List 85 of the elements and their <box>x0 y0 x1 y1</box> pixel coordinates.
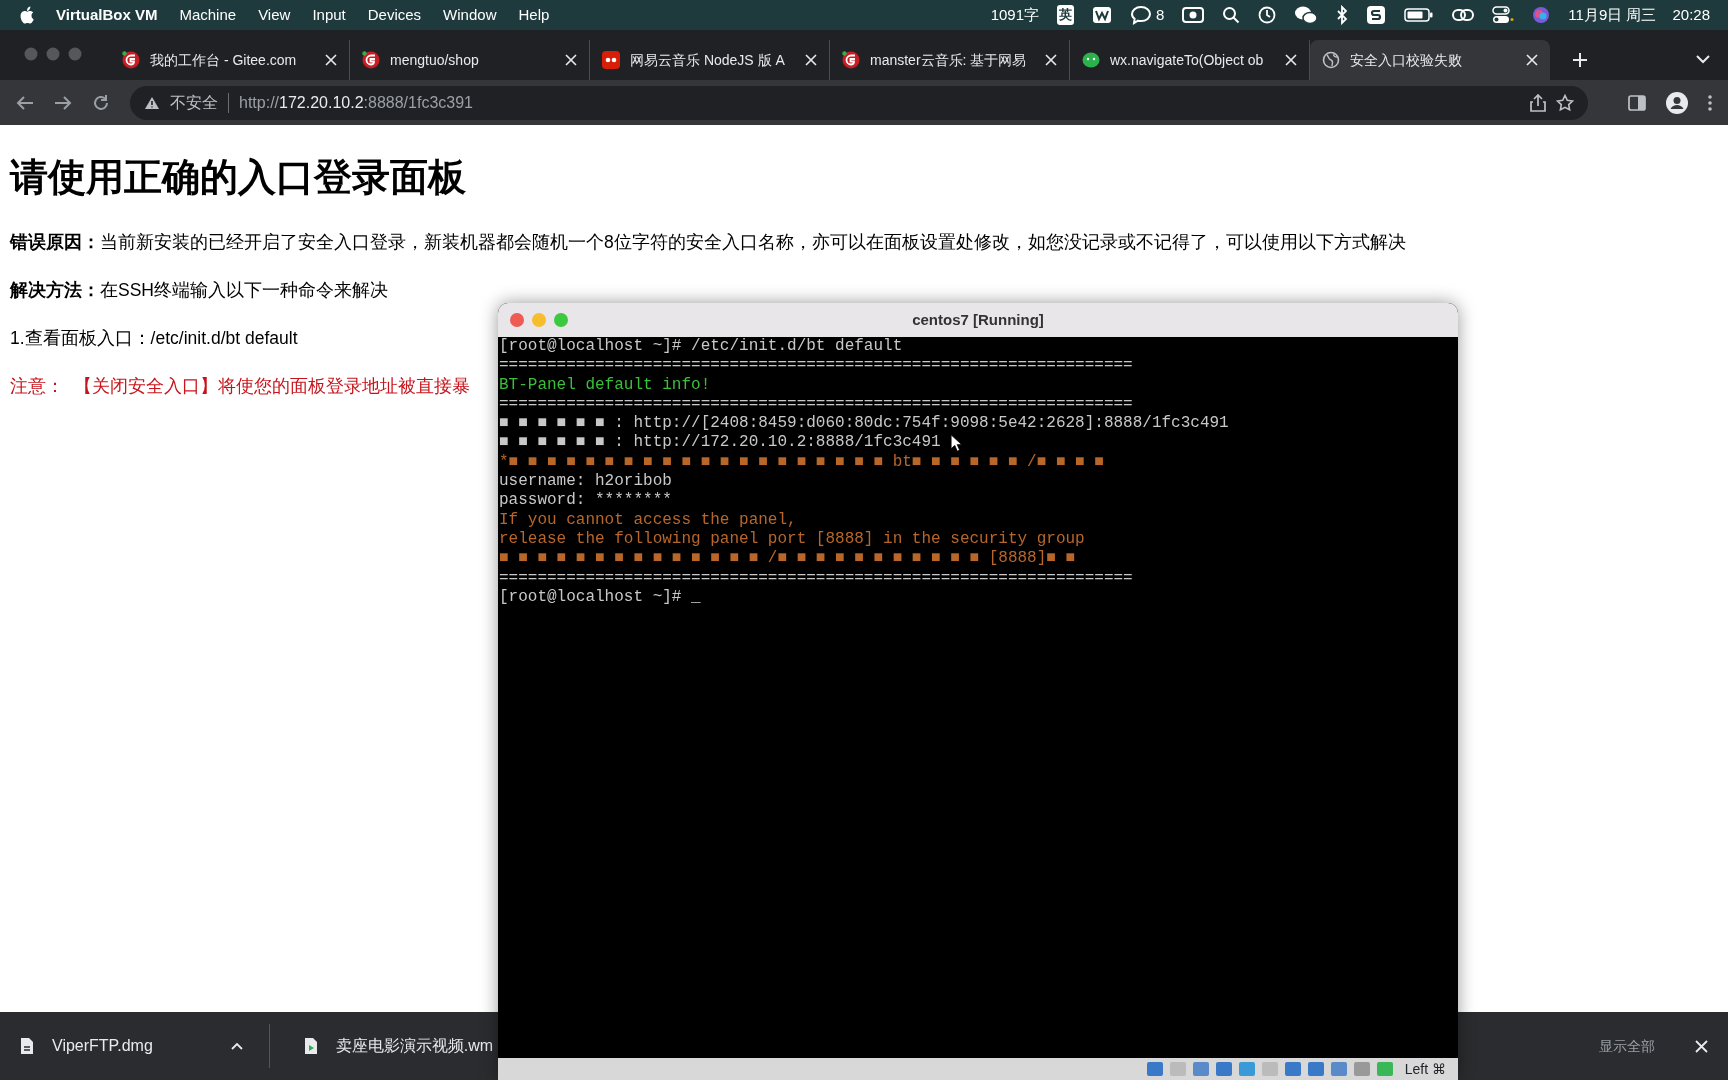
menu-item[interactable]: Input <box>312 3 346 27</box>
page-heading: 请使用正确的入口登录面板 <box>10 155 467 200</box>
globe-icon <box>1322 51 1340 69</box>
close-icon[interactable] <box>805 54 817 66</box>
terminal-line: ================================================================== <box>499 394 1133 415</box>
close-icon[interactable] <box>1695 1039 1708 1053</box>
chat-bubble-icon[interactable] <box>1130 5 1152 25</box>
s-app-icon[interactable] <box>1366 5 1387 25</box>
video-file-icon <box>303 1037 318 1055</box>
star-icon[interactable] <box>1556 93 1574 112</box>
terminal-line: ■ ■ ■ ■ ■ ■ : http://[2408:8459:d060:80dc:754f:9098:5e42:2628]:8888/1fc3c491 <box>499 414 1229 434</box>
g-logo-icon <box>842 51 860 69</box>
menu-item[interactable]: Machine <box>179 3 237 27</box>
paragraph: 注意： 【关闭安全入口】将使您的面板登录地址被直接暴 <box>10 375 470 399</box>
host-key-label: Left ⌘ <box>1404 1059 1446 1079</box>
window-control-icon[interactable] <box>510 313 524 327</box>
terminal-line: ■ ■ ■ ■ ■ ■ ■ ■ ■ ■ ■ ■ ■ ■ /■ ■ ■ ■ ■ ■ ■ ■ ■ ■ ■ [8888]■ ■ <box>499 549 1076 569</box>
terminal-line: password: ******** <box>499 491 672 511</box>
word-count: 1091字 <box>990 4 1039 25</box>
search-icon[interactable] <box>1222 6 1241 24</box>
bluetooth-icon[interactable] <box>1336 5 1349 25</box>
battery-icon[interactable] <box>1404 7 1435 23</box>
terminal-line: If you cannot access the panel, <box>499 510 797 530</box>
terminal-line: [root@localhost ~]# /etc/init.d/bt default <box>499 337 903 357</box>
paragraph: 解决方法：在SSH终端输入以下一种命令来解决 <box>10 278 388 302</box>
close-icon[interactable] <box>1526 54 1538 66</box>
siri-icon[interactable] <box>1532 6 1551 24</box>
download-item[interactable]: ViperFTP.dmg <box>20 1024 270 1068</box>
terminal-line: *■ ■ ■ ■ ■ ■ ■ ■ ■ ■ ■ ■ ■ ■ ■ ■ ■ ■ ■ ■ bt■ ■ ■ ■ ■ ■ /■ ■ ■ ■ <box>499 452 1104 473</box>
g-logo-icon <box>362 51 380 69</box>
download-item[interactable]: 卖座电影演示视频.wm <box>303 1024 494 1068</box>
back-arrow-icon[interactable] <box>16 94 34 111</box>
wechat-icon[interactable] <box>1294 5 1319 25</box>
window-title: centos7 [Running] <box>912 309 1044 330</box>
menu-item[interactable]: Help <box>518 3 550 27</box>
plus-icon[interactable] <box>1572 52 1588 68</box>
paragraph: 1.查看面板入口：/etc/init.d/bt default <box>10 327 298 351</box>
show-all-link[interactable]: 显示全部 <box>1599 1035 1655 1057</box>
control-center-icon[interactable] <box>1492 6 1515 24</box>
device-status-icon[interactable] <box>1283 1061 1302 1077</box>
device-status-icon[interactable] <box>1145 1061 1164 1077</box>
side-panel-icon[interactable] <box>1628 94 1646 111</box>
paragraph: 错误原因：当前新安装的已经开启了安全入口登录，新装机器都会随机一个8位字符的安全入口名称，亦可以在面板设置处修改，如您没记录或不记得了，可以使用以下方式解决 <box>10 230 1406 254</box>
link-icon[interactable] <box>1452 6 1475 24</box>
device-status-icon[interactable] <box>1306 1061 1325 1077</box>
url-text[interactable]: http://172.20.10.2:8888/1fc3c391 <box>239 90 473 115</box>
forward-arrow-icon[interactable] <box>54 94 72 111</box>
terminal-line: [root@localhost ~]# _ <box>499 587 701 608</box>
terminal-line: ================================================================== <box>499 568 1133 588</box>
close-icon[interactable] <box>565 54 577 66</box>
device-status-icon[interactable] <box>1214 1061 1233 1077</box>
chat-app-icon <box>1082 51 1100 69</box>
file-icon <box>20 1037 34 1055</box>
clock-icon[interactable] <box>1258 6 1277 24</box>
menu-item[interactable]: Window <box>443 3 497 27</box>
camera-icon[interactable] <box>1182 6 1205 24</box>
terminal-line: release the following panel port [8888] in the security group <box>499 529 1085 550</box>
terminal-line: ================================================================== <box>499 356 1133 376</box>
terminal-line: ■ ■ ■ ■ ■ ■ : http://172.20.10.2:8888/1fc3c491 <box>499 433 941 453</box>
close-icon[interactable] <box>325 54 337 66</box>
more-menu-icon[interactable] <box>1708 93 1712 112</box>
input-method-indicator[interactable]: 英 <box>1057 5 1074 25</box>
warning-icon[interactable] <box>144 95 160 110</box>
music-app-icon <box>602 51 620 69</box>
mouse-pointer-icon <box>950 434 962 452</box>
terminal-line: username: h2oribob <box>499 472 672 492</box>
profile-avatar-icon[interactable] <box>1666 91 1688 114</box>
close-icon[interactable] <box>1285 54 1297 66</box>
app-menu[interactable]: VirtualBox VM <box>56 3 158 27</box>
menubar-date[interactable]: 11月9日 周三 <box>1568 3 1657 27</box>
chat-count: 8 <box>1156 4 1165 25</box>
terminal-line: BT-Panel default info! <box>499 375 711 395</box>
document-icon[interactable] <box>1092 6 1112 24</box>
menu-item[interactable]: View <box>258 3 291 27</box>
reload-icon[interactable] <box>92 93 110 112</box>
menu-item[interactable]: Devices <box>367 3 422 27</box>
chevron-down-icon[interactable] <box>1696 54 1710 64</box>
browser-tab[interactable]: 安全入口校验失败 <box>1310 40 1550 80</box>
security-label[interactable]: 不安全 <box>170 90 218 115</box>
share-icon[interactable] <box>1530 93 1546 112</box>
menubar-time[interactable]: 20:28 <box>1672 3 1710 27</box>
apple-icon[interactable] <box>18 6 34 24</box>
g-logo-icon <box>122 51 140 69</box>
caret-up-icon <box>230 1042 243 1050</box>
close-icon[interactable] <box>1045 54 1057 66</box>
